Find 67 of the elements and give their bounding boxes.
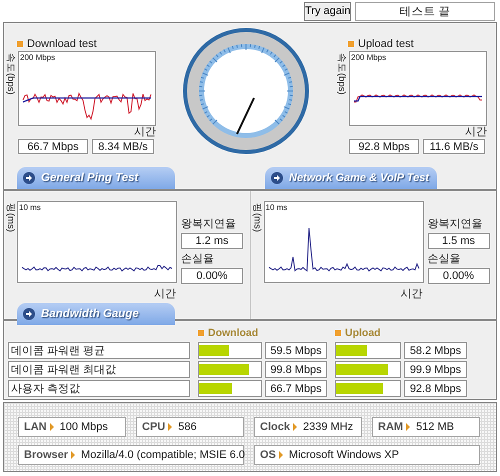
info-value: 512 MB	[416, 421, 454, 433]
chart-title: Upload test	[358, 38, 414, 50]
info-value: Mozilla/4.0 (compatible; MSIE 6.0	[81, 449, 245, 461]
latency-label: 왕복지연율	[428, 218, 484, 231]
info-value: 586	[178, 421, 197, 433]
row-label: 데이콤 파워랜 평균	[8, 342, 190, 359]
column-heading: Upload	[345, 327, 381, 339]
triangle-icon	[71, 451, 76, 459]
status-field: 테스트 끝	[355, 2, 495, 20]
speed-value: 99.9 Mbps	[404, 361, 467, 378]
bullet-icon	[17, 41, 23, 47]
scale-label: 10 ms	[19, 203, 41, 212]
row-label: 사용자 측정값	[8, 380, 190, 397]
triangle-icon	[168, 423, 172, 431]
triangle-icon	[278, 451, 283, 459]
loss-label: 손실율	[181, 253, 215, 266]
row-label: 데이콤 파워랜 최대값	[8, 361, 190, 378]
info-label: CPU	[142, 421, 166, 433]
loss-value: 0.00%	[428, 268, 490, 284]
time-label: 시간	[134, 126, 156, 138]
section-tab[interactable]: Bandwidth Gauge	[17, 303, 175, 325]
axis-label: 속도(bps)	[4, 52, 17, 95]
rate-value: 11.6 MB/s	[423, 139, 485, 154]
triangle-icon	[50, 423, 54, 431]
latency-value: 1.2 ms	[181, 233, 243, 249]
loss-label: 손실율	[428, 253, 462, 266]
bullet-icon	[348, 41, 354, 47]
column-heading: Download	[208, 327, 258, 339]
speed-value: 99.8 Mbps	[265, 361, 327, 378]
rate-value: 92.8 Mbps	[349, 139, 419, 154]
axis-label: 속도(bps)	[335, 52, 348, 95]
loss-value: 0.00%	[181, 268, 243, 284]
axis-label: 핑(ms)	[250, 202, 264, 232]
triangle-icon	[292, 423, 297, 431]
latency-label: 왕복지연율	[181, 218, 237, 231]
time-label: 시간	[465, 126, 487, 138]
rate-value: 66.7 Mbps	[18, 139, 88, 154]
time-label: 시간	[154, 288, 176, 300]
arrow-right-icon	[23, 308, 35, 320]
info-label: Browser	[24, 449, 68, 461]
info-value: Microsoft Windows XP	[288, 449, 399, 461]
info-label: OS	[260, 449, 276, 461]
scale-label: 200 Mbps	[351, 53, 386, 62]
arrow-right-icon	[23, 172, 35, 184]
axis-label: 핑(ms)	[4, 202, 17, 232]
triangle-icon	[406, 423, 410, 431]
latency-value: 1.5 ms	[428, 233, 490, 249]
speed-value: 66.7 Mbps	[265, 380, 327, 397]
speed-value: 59.5 Mbps	[265, 342, 327, 359]
speed-value: 58.2 Mbps	[404, 342, 467, 359]
section-tab[interactable]: Network Game & VoIP Test	[265, 167, 437, 189]
try-again-button[interactable]: Try again	[304, 2, 351, 20]
info-label: Clock	[260, 421, 290, 433]
arrow-right-icon	[271, 172, 283, 184]
chart-title: Download test	[27, 38, 97, 50]
info-value: 100 Mbps	[60, 421, 108, 433]
scale-label: 10 ms	[266, 203, 288, 212]
bullet-icon	[198, 330, 204, 336]
scale-label: 200 Mbps	[20, 53, 56, 62]
rate-value: 8.34 MB/s	[92, 139, 154, 154]
info-label: LAN	[24, 421, 47, 433]
bullet-icon	[335, 330, 341, 336]
speed-value: 92.8 Mbps	[404, 380, 467, 397]
time-label: 시간	[400, 288, 422, 300]
info-label: RAM	[378, 421, 404, 433]
section-tab[interactable]: General Ping Test	[17, 167, 175, 189]
info-value: 2339 MHz	[302, 421, 354, 433]
